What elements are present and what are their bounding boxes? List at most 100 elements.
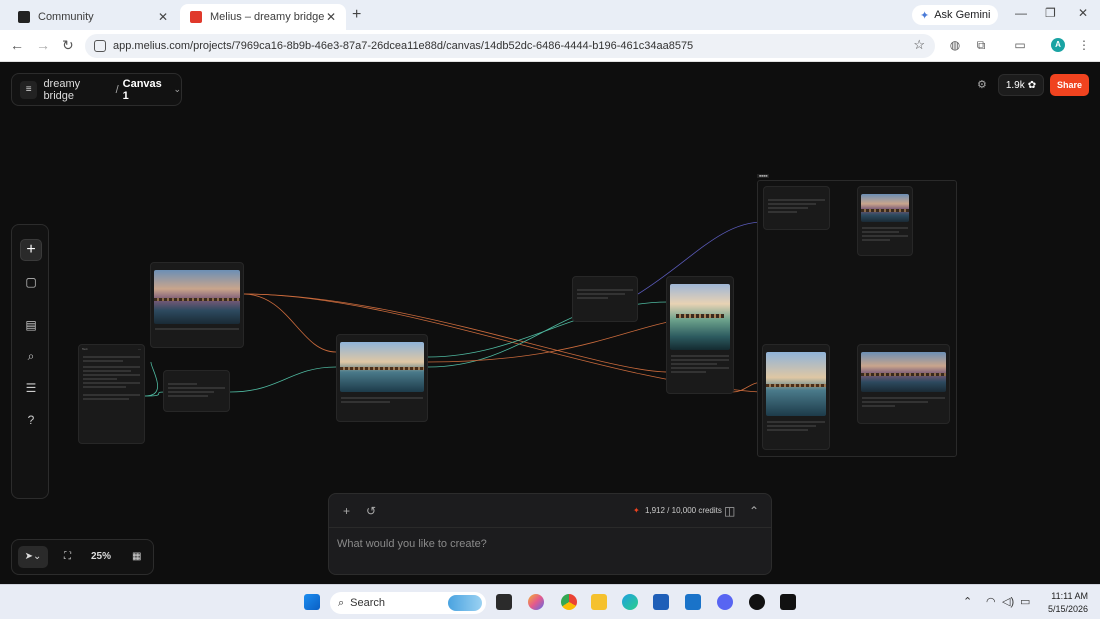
ask-gemini-label: Ask Gemini: [934, 9, 991, 21]
tab-title: Community: [38, 11, 94, 23]
extensions-icon[interactable]: ⧉: [974, 38, 988, 52]
help-icon[interactable]: ?: [20, 409, 42, 431]
forward-icon[interactable]: →: [36, 37, 50, 53]
image-node-2[interactable]: [336, 334, 428, 422]
document-icon[interactable]: ▤: [20, 314, 42, 336]
close-tab-icon[interactable]: ✕: [326, 10, 336, 24]
zoom-level[interactable]: 25%: [91, 551, 111, 562]
node-body: [858, 222, 912, 245]
node-body: [764, 194, 829, 217]
connection-line: [427, 321, 669, 363]
address-bar[interactable]: app.melius.com/projects/7969ca16-8b9b-46…: [85, 34, 935, 58]
text-node-campaign[interactable]: [763, 186, 830, 230]
text-node-scene[interactable]: Text ⋯: [78, 344, 145, 444]
bridge-image: [861, 194, 909, 222]
node-header: [858, 187, 912, 194]
select-tool-icon[interactable]: ➤⌄: [18, 546, 48, 568]
tab-community[interactable]: Community ✕: [8, 4, 178, 30]
chevron-up-icon[interactable]: ⌃: [749, 504, 759, 518]
copilot-icon[interactable]: [528, 594, 544, 610]
search-icon: ⌕: [338, 596, 345, 609]
node-header: [337, 335, 427, 342]
image-node-square[interactable]: [762, 344, 830, 450]
history-icon[interactable]: ↺: [366, 504, 376, 518]
cast-icon[interactable]: ▭: [1013, 38, 1027, 52]
sticky-note-icon[interactable]: ▢: [20, 271, 42, 293]
image-search-icon[interactable]: ⌕: [20, 345, 42, 367]
minimize-icon[interactable]: —: [1015, 6, 1027, 20]
bridge-image: [154, 270, 240, 324]
more-menu-icon[interactable]: ⋮: [1077, 38, 1091, 52]
node-body: [858, 392, 949, 411]
task-view-icon[interactable]: [496, 594, 512, 610]
system-clock[interactable]: 11:11 AM 5/15/2026: [1040, 590, 1088, 616]
canvas-area[interactable]: ≡ dreamy bridge / Canvas 1 ⌄ ⚙ 1.9k ✿ Sh…: [0, 62, 1100, 584]
node-header: [573, 277, 637, 284]
node-header: [151, 263, 243, 270]
close-tab-icon[interactable]: ✕: [158, 10, 168, 24]
globe-icon[interactable]: ◍: [948, 38, 962, 52]
site-info-icon[interactable]: [94, 40, 106, 52]
chevron-up-icon[interactable]: ⌃: [963, 595, 972, 608]
minimap-icon[interactable]: ▦: [132, 551, 141, 562]
image-node-1[interactable]: [150, 262, 244, 348]
tab-title: Melius – dreamy bridge: [210, 11, 325, 23]
prompt-input[interactable]: What would you like to create?: [337, 538, 487, 550]
chrome-icon[interactable]: [561, 594, 577, 610]
node-header: [858, 345, 949, 352]
windows-start-icon[interactable]: [304, 594, 320, 610]
store-icon[interactable]: [653, 594, 669, 610]
text-node-framing[interactable]: [163, 370, 230, 412]
ask-gemini-button[interactable]: ✦ Ask Gemini: [912, 5, 999, 25]
outlook-icon[interactable]: [685, 594, 701, 610]
chatgpt-icon[interactable]: [749, 594, 765, 610]
node-body: [667, 350, 733, 377]
credits-display: ✦ 1,912 / 10,000 credits: [633, 506, 722, 515]
discord-icon[interactable]: [717, 594, 733, 610]
add-node-icon[interactable]: +: [20, 239, 42, 261]
bridge-image: [340, 342, 424, 392]
add-attachment-icon[interactable]: +: [343, 504, 350, 518]
windows-taskbar: ⌕ Search ⌃ ◠ ◁) ▭ 11:11 AM 5/15/2026: [0, 584, 1100, 619]
node-header: [667, 277, 733, 284]
prompt-panel: + ↺ ✦ 1,912 / 10,000 credits ◫ ⌃ What wo…: [328, 493, 772, 575]
node-body: [164, 378, 229, 401]
image-node-vertical[interactable]: [666, 276, 734, 394]
wifi-icon[interactable]: ◠: [986, 595, 996, 608]
melius-favicon-icon: [190, 11, 202, 23]
credits-text: 1,912 / 10,000 credits: [644, 506, 722, 515]
profile-avatar[interactable]: A: [1051, 38, 1065, 52]
left-toolbar: + ▢ ▤ ⌕ ☰ ?: [11, 224, 49, 499]
new-tab-icon[interactable]: +: [352, 6, 361, 24]
node-body: [79, 352, 144, 404]
connection-line: [144, 361, 158, 397]
text-node-explore[interactable]: [572, 276, 638, 322]
file-explorer-icon[interactable]: [591, 594, 607, 610]
node-body: [573, 284, 637, 303]
panel-toggle-icon[interactable]: ◫: [724, 504, 735, 518]
image-node-social[interactable]: [857, 186, 913, 256]
back-icon[interactable]: ←: [10, 37, 24, 53]
browser-tab-strip: Community ✕ Melius – dreamy bridge ✕ + ✦…: [0, 0, 1100, 30]
taskbar-search[interactable]: ⌕ Search: [330, 592, 486, 614]
capcut-icon[interactable]: [780, 594, 796, 610]
connection-line: [229, 366, 337, 393]
community-favicon-icon: [18, 11, 30, 23]
volume-icon[interactable]: ◁): [1002, 595, 1014, 608]
group-label[interactable]: ■■■■: [757, 174, 770, 178]
reload-icon[interactable]: ↻: [62, 37, 74, 54]
battery-icon[interactable]: ▭: [1020, 595, 1030, 608]
url-text: app.melius.com/projects/7969ca16-8b9b-46…: [113, 40, 694, 52]
bridge-image: [670, 284, 730, 350]
credits-icon: ✦: [633, 506, 640, 515]
edge-icon[interactable]: [622, 594, 638, 610]
fit-view-icon[interactable]: ⛶: [64, 551, 71, 562]
layout-icon[interactable]: ☰: [20, 377, 42, 399]
prompt-toolbar: + ↺ ✦ 1,912 / 10,000 credits ◫ ⌃: [329, 494, 771, 528]
image-node-wide[interactable]: [857, 344, 950, 424]
tab-melius[interactable]: Melius – dreamy bridge ✕: [180, 4, 346, 30]
restore-icon[interactable]: ❐: [1045, 6, 1056, 20]
bookmark-star-icon[interactable]: ☆: [913, 37, 925, 53]
node-header: [763, 345, 829, 352]
close-window-icon[interactable]: ✕: [1078, 6, 1088, 20]
